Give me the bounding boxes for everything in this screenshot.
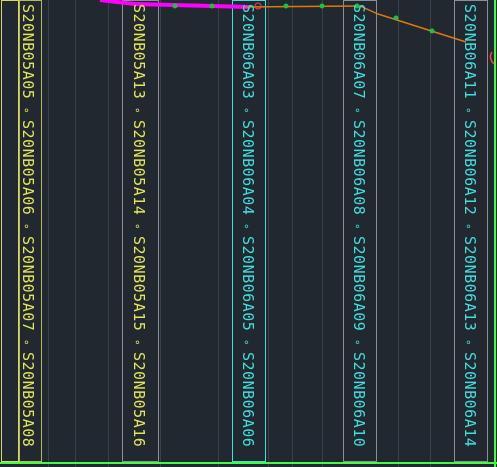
orange-route-line [377,13,467,43]
label-separator: ∘ [20,339,33,347]
label-separator: ∘ [351,339,364,347]
label-separator: ∘ [462,107,475,115]
cabinet-label[interactable]: S20NB06A13 [461,236,479,331]
label-separator: ∘ [240,223,253,231]
cabinet-label[interactable]: S20NB05A07 [19,236,37,331]
route-node [319,3,325,9]
cabinet-label[interactable]: S20NB05A05 [19,4,37,99]
cabinet-label[interactable]: S20NB05A06 [19,120,37,215]
cabinet-label[interactable]: S20NB06A09 [350,236,368,331]
cabinet-label[interactable]: S20NB06A10 [350,352,368,447]
label-separator: ∘ [20,223,33,231]
label-separator: ∘ [240,107,253,115]
cabinet-label[interactable]: S20NB05A08 [19,352,37,447]
label-separator: ∘ [351,107,364,115]
cabinet-label[interactable]: S20NB06A12 [461,120,479,215]
cabinet-label[interactable]: S20NB06A07 [350,4,368,99]
cabinet-label[interactable]: S20NB06A11 [461,4,479,99]
magenta-route-line [134,2,251,9]
label-separator: ∘ [351,223,364,231]
label-separator: ∘ [462,223,475,231]
cad-drawing-canvas[interactable]: S20NB05A05 S20NB05A06 S20NB05A07 S20NB05… [0,0,497,467]
label-separator: ∘ [131,223,144,231]
label-separator: ∘ [240,339,253,347]
cabinet-label[interactable]: S20NB05A15 [130,236,148,331]
cabinet-label[interactable]: S20NB06A03 [239,4,257,99]
route-end-marker [489,51,495,65]
label-separator: ∘ [462,339,475,347]
route-node [393,15,399,21]
label-separator: ∘ [131,107,144,115]
cabinet-label[interactable]: S20NB05A13 [130,4,148,99]
cabinet-label[interactable]: S20NB06A14 [461,352,479,447]
orange-route-line [244,5,361,8]
route-node [283,3,289,9]
label-separator: ∘ [131,339,144,347]
cabinet-label[interactable]: S20NB06A05 [239,236,257,331]
label-separator: ∘ [20,107,33,115]
cabinet-label[interactable]: S20NB05A14 [130,120,148,215]
route-node [429,28,435,34]
cabinet-label[interactable]: S20NB06A04 [239,120,257,215]
route-node [172,3,178,9]
route-node [209,3,215,9]
cabinet-label[interactable]: S20NB05A16 [130,352,148,447]
cabinet-label[interactable]: S20NB06A06 [239,352,257,447]
cabinet-label[interactable]: S20NB06A08 [350,120,368,215]
